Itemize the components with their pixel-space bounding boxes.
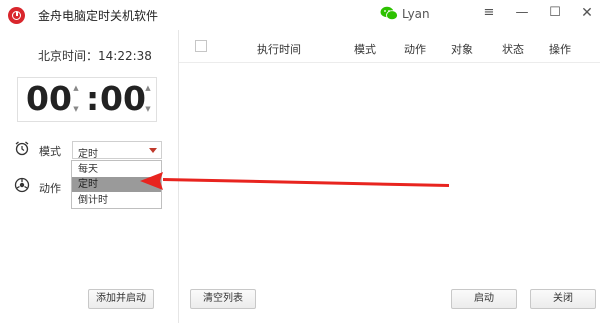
mode-option-scheduled[interactable]: 定时	[72, 177, 161, 192]
close-window-button[interactable]: ✕	[577, 4, 597, 22]
mode-label: 模式	[39, 145, 61, 158]
action-label: 动作	[39, 182, 61, 195]
mode-option-daily[interactable]: 每天	[72, 162, 161, 177]
clear-list-button[interactable]: 清空列表	[190, 289, 256, 309]
user-name[interactable]: Lyan	[402, 7, 430, 21]
app-logo-icon	[8, 7, 25, 24]
minutes-down-icon[interactable]: ▼	[143, 105, 153, 113]
start-button[interactable]: 启动	[451, 289, 517, 309]
time-colon: :	[86, 79, 100, 118]
hours-down-icon[interactable]: ▼	[71, 105, 81, 113]
column-header-exec-time: 执行时间	[257, 43, 301, 56]
mode-select-value: 定时	[78, 149, 98, 160]
column-header-mode: 模式	[354, 43, 376, 56]
mode-select[interactable]: 定时	[72, 141, 162, 160]
hours-spinner[interactable]: ▲ ▼	[71, 81, 81, 119]
task-table-header	[179, 30, 600, 63]
mode-dropdown-list: 每天 定时 倒计时	[71, 160, 162, 209]
wechat-icon[interactable]	[380, 6, 398, 21]
column-header-status: 状态	[502, 43, 524, 56]
select-all-checkbox[interactable]	[195, 40, 207, 52]
minutes-spinner[interactable]: ▲ ▼	[143, 81, 153, 119]
mode-option-countdown[interactable]: 倒计时	[72, 193, 161, 208]
hours-field[interactable]: 00	[26, 79, 72, 118]
column-header-action: 动作	[404, 43, 426, 56]
power-action-icon	[14, 177, 30, 193]
minutes-field[interactable]: 00	[100, 79, 146, 118]
title-bar: 金舟电脑定时关机软件 Lyan ≡ — ☐ ✕	[0, 0, 600, 30]
beijing-time: 北京时间：14:22:38	[38, 49, 152, 63]
time-input-box: 00 ▲ ▼ : 00 ▲ ▼	[17, 77, 157, 122]
column-header-operation: 操作	[549, 43, 571, 56]
menu-button[interactable]: ≡	[479, 4, 499, 22]
window-title: 金舟电脑定时关机软件	[38, 9, 159, 23]
minimize-button[interactable]: —	[512, 4, 532, 22]
minutes-up-icon[interactable]: ▲	[143, 84, 153, 92]
panel-divider	[178, 30, 179, 323]
column-header-target: 对象	[451, 43, 473, 56]
add-and-start-button[interactable]: 添加并启动	[88, 289, 154, 309]
chevron-down-icon[interactable]	[149, 148, 157, 153]
hours-up-icon[interactable]: ▲	[71, 84, 81, 92]
close-button[interactable]: 关闭	[530, 289, 596, 309]
maximize-button[interactable]: ☐	[545, 4, 565, 22]
alarm-clock-icon	[15, 141, 29, 156]
